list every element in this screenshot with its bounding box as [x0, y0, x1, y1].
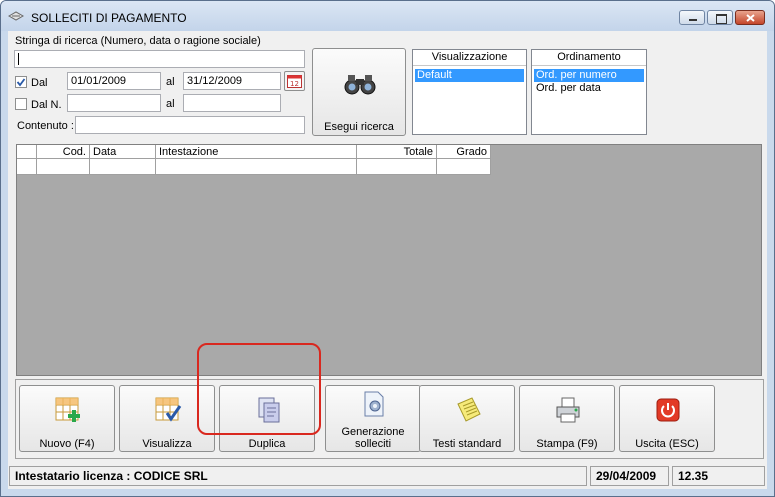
stampa-button[interactable]: Stampa (F9): [519, 385, 615, 452]
printer-icon: [556, 397, 580, 423]
ordinamento-list[interactable]: Ordinamento Ord. per numero Ord. per dat…: [531, 49, 647, 135]
daln-from-field[interactable]: [67, 94, 161, 112]
action-toolbar: Nuovo (F4) Visualizza Duplica Generazion…: [15, 379, 764, 459]
calendar-icon: 12: [287, 75, 302, 88]
daln-to-field[interactable]: [183, 94, 281, 112]
testi-standard-button[interactable]: Testi standard: [419, 385, 515, 452]
column-header-cod[interactable]: Cod.: [37, 145, 90, 159]
duplica-highlight-annotation: [197, 343, 321, 435]
title-bar[interactable]: SOLLECITI DI PAGAMENTO: [1, 1, 774, 31]
visualizza-label: Visualizza: [142, 438, 192, 450]
minimize-button[interactable]: [679, 10, 705, 25]
nuovo-button[interactable]: Nuovo (F4): [19, 385, 115, 452]
close-button[interactable]: [735, 10, 765, 25]
table-cell[interactable]: [156, 159, 357, 175]
calendar-button[interactable]: 12: [284, 71, 305, 91]
daln-checkbox[interactable]: [15, 98, 27, 110]
visualizzazione-list[interactable]: Visualizzazione Default: [412, 49, 527, 135]
ordinamento-header: Ordinamento: [532, 50, 646, 66]
dal-label: Dal: [31, 77, 48, 89]
column-header-data[interactable]: Data: [90, 145, 156, 159]
column-header-totale[interactable]: Totale: [357, 145, 437, 159]
generazione-solleciti-button[interactable]: Generazione solleciti: [325, 385, 421, 452]
list-item[interactable]: Default: [415, 69, 524, 82]
power-icon: [656, 398, 680, 422]
al-label: al: [166, 76, 175, 88]
table-cell[interactable]: [437, 159, 491, 175]
search-input[interactable]: [14, 50, 305, 68]
table-cell[interactable]: [357, 159, 437, 175]
dal-to-field[interactable]: 31/12/2009: [183, 72, 281, 90]
checkmark-icon: [16, 78, 26, 87]
binoculars-icon: [344, 75, 376, 95]
uscita-label: Uscita (ESC): [635, 438, 699, 450]
status-time: 12.35: [672, 466, 765, 486]
minimize-icon: [689, 19, 697, 21]
run-search-button[interactable]: Esegui ricerca: [312, 48, 406, 136]
grid-corner-cell: [17, 145, 37, 159]
table-row-selector[interactable]: [17, 159, 37, 175]
maximize-icon: [716, 14, 727, 24]
window-title: SOLLECITI DI PAGAMENTO: [31, 11, 187, 25]
daln-label: Dal N.: [31, 99, 62, 111]
al2-label: al: [166, 98, 175, 110]
table-cell[interactable]: [90, 159, 156, 175]
testi-label: Testi standard: [432, 438, 502, 450]
contenuto-label: Contenuto :: [17, 120, 74, 132]
uscita-button[interactable]: Uscita (ESC): [619, 385, 715, 452]
text-cursor: [18, 53, 19, 65]
solleciti-grid[interactable]: Cod. Data Intestazione Totale Grado: [16, 144, 762, 376]
svg-text:12: 12: [290, 80, 299, 88]
column-header-grado[interactable]: Grado: [437, 145, 491, 159]
license-holder: Intestatario licenza : CODICE SRL: [9, 466, 587, 486]
window: SOLLECITI DI PAGAMENTO Stringa di ricerc…: [0, 0, 775, 497]
stampa-label: Stampa (F9): [536, 438, 598, 450]
generazione-label-2: solleciti: [354, 438, 392, 450]
generazione-label-1: Generazione: [341, 426, 405, 438]
search-string-label: Stringa di ricerca (Numero, data o ragio…: [15, 35, 261, 47]
new-grid-icon: [55, 397, 80, 422]
status-bar: Intestatario licenza : CODICE SRL 29/04/…: [8, 464, 767, 489]
app-icon: [8, 11, 24, 21]
column-header-intestazione[interactable]: Intestazione: [156, 145, 357, 159]
view-grid-icon: [155, 397, 182, 422]
table-cell[interactable]: [37, 159, 90, 175]
notepad-icon: [457, 397, 481, 422]
maximize-button[interactable]: [707, 10, 733, 25]
nuovo-label: Nuovo (F4): [39, 438, 95, 450]
visualizzazione-header: Visualizzazione: [413, 50, 526, 66]
dal-checkbox[interactable]: [15, 76, 27, 88]
dal-from-field[interactable]: 01/01/2009: [67, 72, 161, 90]
close-icon: [746, 14, 755, 22]
duplica-label: Duplica: [248, 438, 286, 450]
document-gear-icon: [364, 391, 384, 417]
contenuto-field[interactable]: [75, 116, 305, 134]
list-item[interactable]: Ord. per numero: [534, 69, 644, 82]
client-area: Stringa di ricerca (Numero, data o ragio…: [8, 31, 767, 489]
status-date: 29/04/2009: [590, 466, 669, 486]
list-item[interactable]: Ord. per data: [534, 82, 644, 95]
run-search-label: Esegui ricerca: [324, 121, 394, 133]
